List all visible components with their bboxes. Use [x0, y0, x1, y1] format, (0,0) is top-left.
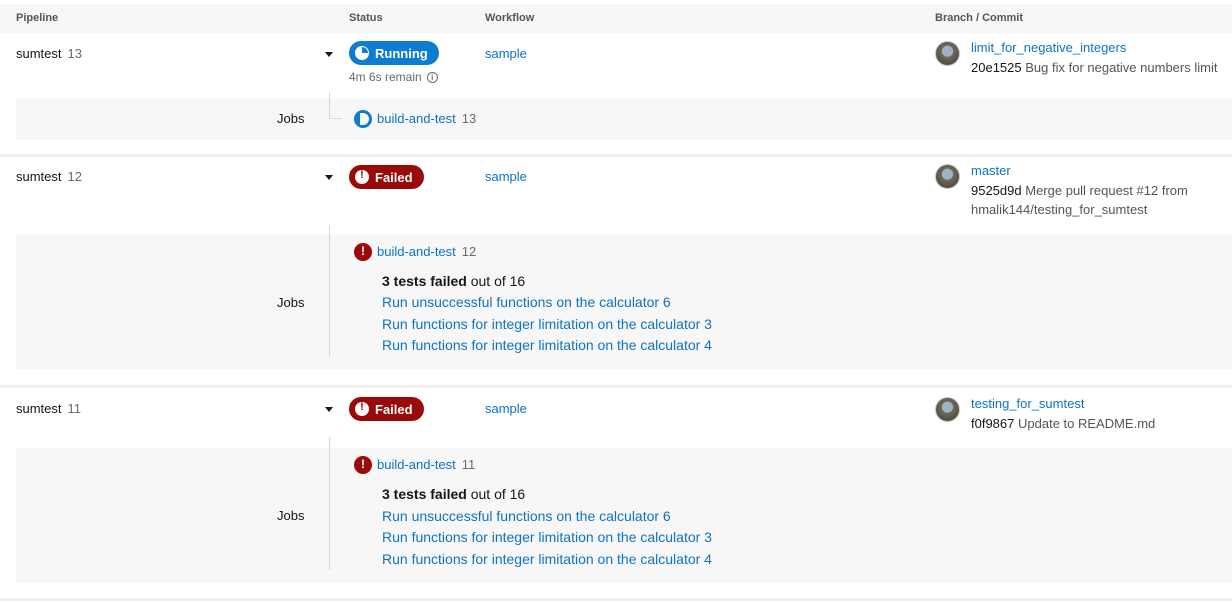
info-icon[interactable]: i — [426, 71, 438, 83]
failed-icon — [355, 401, 369, 416]
pipeline-number: 12 — [67, 169, 82, 184]
failed-job-icon — [354, 243, 372, 261]
status-badge[interactable]: Failed — [349, 165, 424, 189]
job-number: 11 — [461, 457, 476, 472]
commit-sha[interactable]: 9525d9d — [971, 183, 1022, 198]
jobs-panel — [16, 99, 1232, 140]
failed-job-icon — [354, 456, 372, 474]
failed-test-link[interactable]: Run functions for integer limitation on … — [382, 337, 712, 353]
commit-sha[interactable]: f0f9867 — [971, 416, 1014, 431]
failed-test-link[interactable]: Run functions for integer limitation on … — [382, 551, 712, 567]
pipeline-name[interactable]: sumtest 12 — [16, 169, 82, 184]
job-link[interactable]: build-and-test 12 — [377, 244, 476, 259]
commit-sha[interactable]: 20e1525 — [971, 60, 1022, 75]
failed-icon — [355, 169, 369, 184]
status-label: Running — [375, 45, 428, 61]
row-divider — [0, 385, 1232, 388]
job-number: 12 — [461, 244, 477, 259]
failed-count: 3 tests failed — [382, 273, 467, 289]
failed-test-link[interactable]: Run functions for integer limitation on … — [382, 529, 712, 545]
pipeline-name[interactable]: sumtest 11 — [16, 401, 81, 416]
branch-link[interactable]: master — [971, 163, 1011, 178]
status-label: Failed — [375, 401, 413, 417]
header-branch-commit: Branch / Commit — [935, 12, 1024, 24]
expand-caret-icon[interactable] — [325, 175, 333, 180]
running-icon — [355, 46, 369, 60]
commit-message: Update to README.md — [1018, 416, 1156, 431]
running-job-icon — [354, 110, 372, 128]
failed-test-link[interactable]: Run unsuccessful functions on the calcul… — [382, 294, 671, 310]
header-pipeline: Pipeline — [16, 12, 59, 24]
workflow-link[interactable]: sample — [485, 46, 527, 61]
job-link[interactable]: build-and-test 13 — [377, 111, 476, 126]
failed-total: out of 16 — [470, 273, 526, 289]
jobs-label: Jobs — [277, 295, 305, 310]
time-remaining-text: 4m 6s remain — [349, 70, 422, 84]
table-header: Pipeline Status Workflow Branch / Commit — [0, 4, 1232, 33]
jobs-label: Jobs — [277, 111, 305, 126]
expand-caret-icon[interactable] — [325, 52, 333, 57]
branch-link[interactable]: testing_for_sumtest — [971, 396, 1084, 411]
pipeline-name[interactable]: sumtest 13 — [16, 46, 82, 61]
row-divider — [0, 598, 1232, 601]
status-label: Failed — [375, 169, 413, 185]
expand-caret-icon[interactable] — [325, 407, 333, 412]
status-badge[interactable]: Running — [349, 41, 439, 65]
avatar[interactable] — [935, 164, 960, 189]
failed-count: 3 tests failed — [382, 486, 467, 502]
failed-test-link[interactable]: Run unsuccessful functions on the calcul… — [382, 508, 671, 524]
pipeline-number: 11 — [67, 401, 82, 416]
failed-total: out of 16 — [470, 486, 526, 502]
failed-tests-summary: 3 tests failed out of 16 — [382, 486, 525, 502]
commit-info: 9525d9d Merge pull request #12 from hmal… — [971, 181, 1226, 219]
commit-info: f0f9867 Update to README.md — [971, 414, 1226, 433]
commit-info: 20e1525 Bug fix for negative numbers lim… — [971, 58, 1226, 77]
workflow-link[interactable]: sample — [485, 169, 527, 184]
status-badge[interactable]: Failed — [349, 397, 424, 421]
tree-branch-line — [330, 118, 342, 119]
tree-line — [329, 92, 330, 118]
job-link[interactable]: build-and-test 11 — [377, 457, 475, 472]
header-status: Status — [349, 12, 383, 24]
tree-line — [329, 437, 330, 570]
branch-link[interactable]: limit_for_negative_integers — [971, 40, 1126, 55]
avatar[interactable] — [935, 41, 960, 66]
workflow-link[interactable]: sample — [485, 401, 527, 416]
row-divider — [0, 154, 1232, 157]
pipeline-number: 13 — [67, 46, 82, 61]
jobs-label: Jobs — [277, 508, 305, 523]
failed-tests-summary: 3 tests failed out of 16 — [382, 273, 525, 289]
failed-test-link[interactable]: Run functions for integer limitation on … — [382, 316, 712, 332]
commit-message: Bug fix for negative numbers limit — [1025, 60, 1218, 75]
time-remaining: 4m 6s remain i — [349, 70, 438, 84]
header-workflow: Workflow — [485, 12, 535, 24]
avatar[interactable] — [935, 397, 960, 422]
tree-line — [329, 226, 330, 356]
job-number: 13 — [461, 111, 477, 126]
